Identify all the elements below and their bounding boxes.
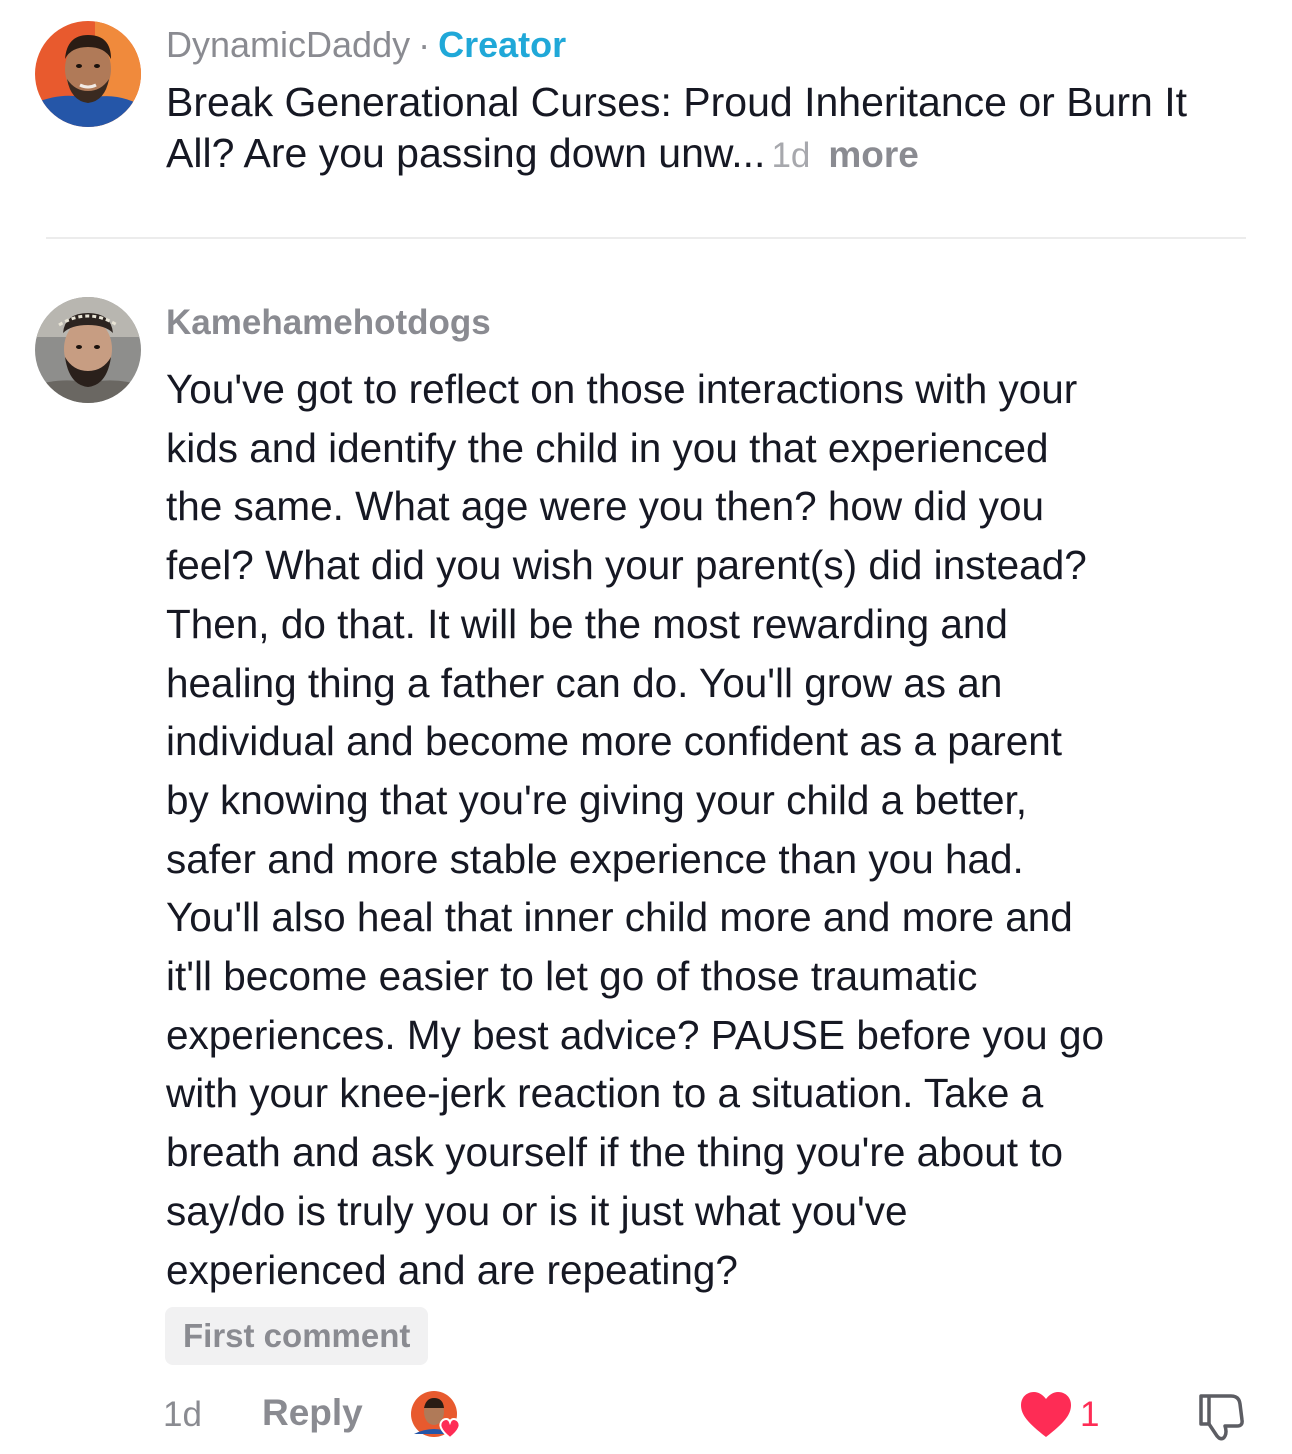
dislike-button[interactable] bbox=[1195, 1390, 1247, 1442]
first-comment-badge: First comment bbox=[165, 1307, 429, 1365]
caption-timestamp: 1d bbox=[771, 136, 811, 175]
comment-line: You'll also heal that inner child more a… bbox=[166, 894, 1073, 941]
thumbs-down-icon bbox=[1199, 1394, 1244, 1441]
more-button[interactable]: more bbox=[828, 134, 918, 175]
commenter-username[interactable]: Kamehamehotdogs bbox=[166, 300, 491, 346]
creator-caption[interactable]: Break Generational Curses: Proud Inherit… bbox=[166, 77, 1226, 181]
commenter-avatar[interactable] bbox=[35, 297, 141, 403]
comment-line: experienced and are repeating? bbox=[166, 1246, 738, 1293]
comment-line: You've got to reflect on those interacti… bbox=[166, 366, 1078, 412]
creator-badge: Creator bbox=[438, 24, 567, 65]
divider bbox=[46, 237, 1246, 239]
comment-line: with your knee-jerk reaction to a situat… bbox=[166, 1070, 1044, 1117]
caption-text: Break Generational Curses: Proud Inherit… bbox=[166, 79, 1187, 176]
creator-username[interactable]: DynamicDaddy bbox=[166, 24, 410, 65]
comment-text[interactable]: You've got to reflect on those interacti… bbox=[166, 360, 1266, 1299]
comment-line: experiences. My best advice? PAUSE befor… bbox=[166, 1011, 1105, 1058]
comment-timestamp: 1d bbox=[163, 1395, 202, 1434]
reply-button[interactable]: Reply bbox=[262, 1390, 363, 1436]
comment-line: by knowing that you're giving your child… bbox=[166, 776, 1027, 823]
separator-dot: · bbox=[418, 24, 431, 65]
creator-avatar[interactable] bbox=[35, 21, 141, 127]
creator-liked-indicator bbox=[410, 1390, 470, 1440]
comment-line: kids and identify the child in you that … bbox=[166, 424, 1049, 471]
comment-line: feel? What did you wish your parent(s) d… bbox=[166, 542, 1087, 589]
comment-line: say/do is truly you or is it just what y… bbox=[166, 1187, 908, 1234]
comment-line: the same. What age were you then? how di… bbox=[166, 483, 1045, 530]
comment-line: Then, do that. It will be the most rewar… bbox=[166, 600, 1008, 647]
like-count: 1 bbox=[1080, 1395, 1100, 1434]
comment-line: breath and ask yourself if the thing you… bbox=[166, 1129, 1064, 1176]
comment-line: it'll become easier to let go of those t… bbox=[166, 953, 978, 1000]
heart-icon bbox=[1021, 1392, 1071, 1437]
creator-header: DynamicDaddy · Creator bbox=[166, 22, 566, 68]
comment-line: safer and more stable experience than yo… bbox=[166, 835, 1024, 882]
creator-avatar-photo bbox=[35, 21, 141, 127]
like-button[interactable] bbox=[1018, 1390, 1074, 1440]
commenter-avatar-photo bbox=[35, 297, 141, 403]
comment-line: individual and become more confident as … bbox=[166, 718, 1063, 765]
comment-line: healing thing a father can do. You'll gr… bbox=[166, 659, 1003, 706]
creator-liked-avatar-icon bbox=[411, 1391, 461, 1440]
